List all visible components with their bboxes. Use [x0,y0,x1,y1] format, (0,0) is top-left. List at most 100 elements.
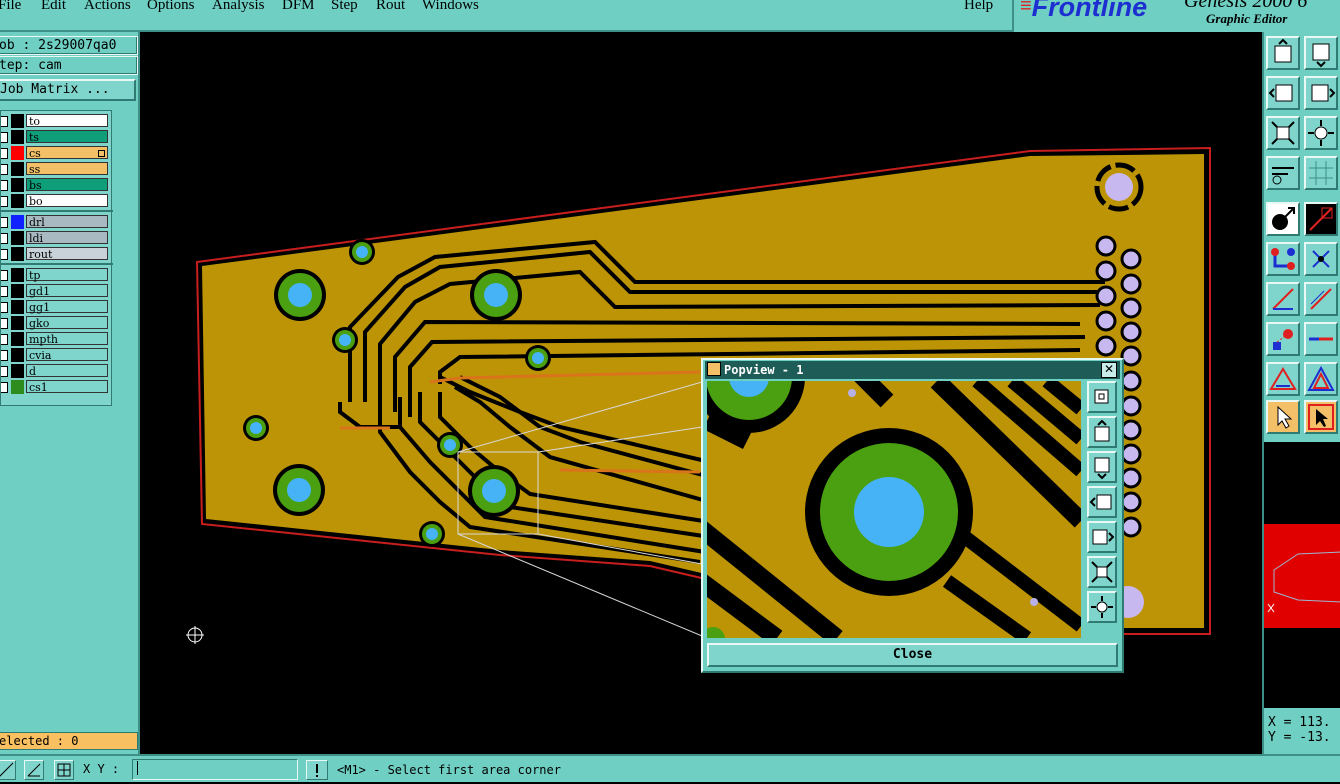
select-feature-button[interactable] [1266,202,1300,236]
layer-checkbox[interactable] [1,233,8,244]
layer-name[interactable]: ldi [26,231,108,245]
layer-color-swatch[interactable] [11,194,24,208]
layer-checkbox[interactable] [1,334,8,345]
layer-checkbox[interactable] [1,366,8,377]
zoom-area-button[interactable] [1304,202,1338,236]
layer-row[interactable]: tp [1,267,113,283]
menu-analysis[interactable]: Analysis [212,0,265,14]
layer-checkbox[interactable] [1,318,8,329]
popview-titlebar[interactable]: Popview - 1 ✕ [705,361,1120,379]
layer-checkbox[interactable] [1,286,8,297]
layer-name[interactable]: drl [26,215,108,229]
layer-color-swatch[interactable] [11,316,24,330]
layer-name[interactable]: d [26,364,108,378]
layer-color-swatch[interactable] [11,162,24,176]
popview-canvas[interactable] [707,381,1081,638]
intersect-button[interactable] [1304,242,1338,276]
layer-name[interactable]: gd1 [26,284,108,298]
layer-row[interactable]: drl [1,214,113,230]
popview-snap-right-button[interactable] [1087,521,1117,553]
layer-row[interactable]: to [1,113,113,129]
grid-toggle-button[interactable] [1304,156,1338,190]
layer-color-swatch[interactable] [11,348,24,362]
layer-name[interactable]: ss [26,162,108,176]
layer-color-swatch[interactable] [11,130,24,144]
layer-name[interactable]: ts [26,130,108,144]
window-menu-icon[interactable] [707,362,721,376]
layer-row[interactable]: ldi [1,230,113,246]
layer-checkbox[interactable] [1,249,8,260]
popview-zoom-fit-button[interactable] [1087,556,1117,588]
layer-name[interactable]: gg1 [26,300,108,314]
layer-color-swatch[interactable] [11,231,24,245]
layer-name[interactable]: tp [26,268,108,282]
layer-name[interactable]: cs1 [26,380,108,394]
layer-checkbox[interactable] [1,302,8,313]
split-line-button[interactable] [1304,322,1338,356]
layer-checkbox[interactable] [1,270,8,281]
layer-name[interactable]: bs [26,178,108,192]
add-polygon-button[interactable] [1266,362,1300,396]
measure-tool-button[interactable] [1266,156,1300,190]
menu-rout[interactable]: Rout [376,0,405,14]
layer-color-swatch[interactable] [11,215,24,229]
add-pad-button[interactable] [1266,322,1300,356]
pointer-tool-button[interactable] [1266,400,1300,434]
popview-close-button[interactable]: Close [707,643,1118,667]
layer-row[interactable]: ss [1,161,113,177]
layer-row[interactable]: cs [1,145,113,161]
pan-center-button[interactable] [1304,116,1338,150]
xy-input[interactable] [132,759,298,780]
layer-row[interactable]: d [1,363,113,379]
menu-help[interactable]: Help [964,0,993,14]
popview-center-button[interactable] [1087,591,1117,623]
layer-checkbox[interactable] [1,116,8,127]
menu-actions[interactable]: Actions [84,0,131,14]
layer-name[interactable]: mpth [26,332,108,346]
snap-right-button[interactable] [1304,76,1338,110]
menu-dfm[interactable]: DFM [282,0,315,14]
layer-row[interactable]: cs1 [1,379,113,395]
layer-color-swatch[interactable] [11,268,24,282]
layer-row[interactable]: gg1 [1,299,113,315]
layer-checkbox[interactable] [1,382,8,393]
add-contour-button[interactable] [1304,362,1338,396]
popview-zoom-in-button[interactable] [1087,381,1117,413]
menu-file[interactable]: File [0,0,21,14]
layer-checkbox[interactable] [1,164,8,175]
menu-options[interactable]: Options [147,0,195,14]
overview-map[interactable] [1264,442,1340,708]
layer-row[interactable]: gko [1,315,113,331]
layer-checkbox[interactable] [1,132,8,143]
layer-color-swatch[interactable] [11,247,24,261]
warning-icon[interactable] [306,760,328,780]
menu-windows[interactable]: Windows [422,0,479,14]
layer-row[interactable]: gd1 [1,283,113,299]
layer-color-swatch[interactable] [11,284,24,298]
layer-checkbox[interactable] [1,350,8,361]
layer-row[interactable]: mpth [1,331,113,347]
draw-diagonal-button[interactable] [1304,282,1338,316]
popview-snap-top-button[interactable] [1087,416,1117,448]
layer-color-swatch[interactable] [11,178,24,192]
zoom-fit-button[interactable] [1266,116,1300,150]
snap-top-button[interactable] [1266,36,1300,70]
draw-line-button[interactable] [1266,282,1300,316]
measure-icon[interactable] [0,760,16,780]
layer-color-swatch[interactable] [11,300,24,314]
grid-snap-icon[interactable] [54,760,74,780]
layer-color-swatch[interactable] [11,114,24,128]
layer-checkbox[interactable] [1,217,8,228]
layer-row[interactable]: bo [1,193,113,209]
layer-color-swatch[interactable] [11,380,24,394]
layer-row[interactable]: rout [1,246,113,262]
layer-name[interactable]: cvia [26,348,108,362]
pointer-select-button[interactable] [1304,400,1338,434]
menu-step[interactable]: Step [331,0,358,14]
layer-name[interactable]: cs [26,146,108,160]
angle-icon[interactable] [24,760,44,780]
snap-left-button[interactable] [1266,76,1300,110]
layer-name[interactable]: bo [26,194,108,208]
layer-checkbox[interactable] [1,196,8,207]
connect-nodes-button[interactable] [1266,242,1300,276]
